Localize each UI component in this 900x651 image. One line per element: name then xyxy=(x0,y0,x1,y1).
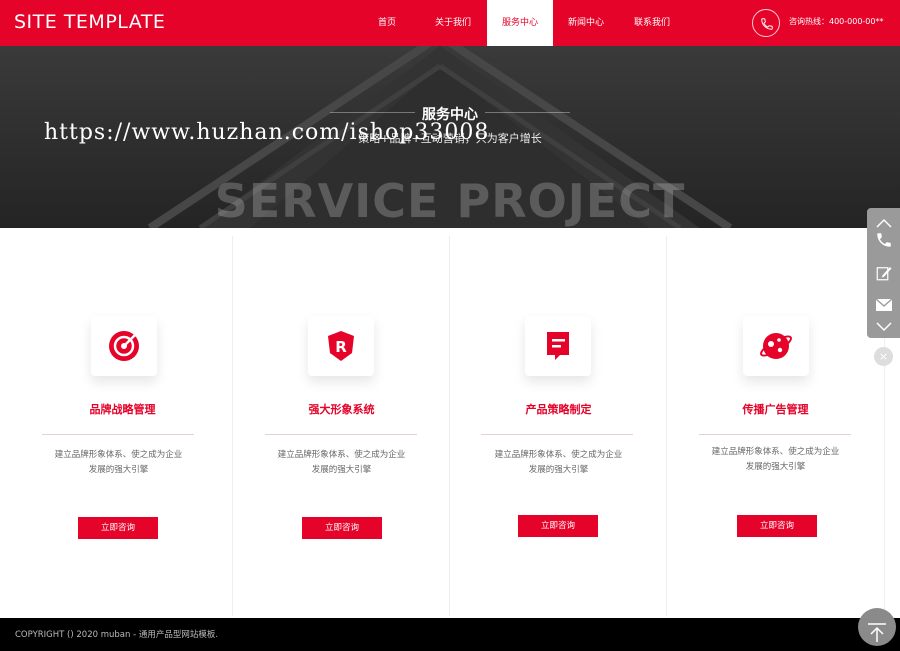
hotline-phone-icon xyxy=(752,9,780,37)
service-title: 强大形象系统 xyxy=(308,403,375,416)
svg-text:R: R xyxy=(335,338,347,356)
card-rule xyxy=(481,434,633,435)
chevron-down-icon[interactable] xyxy=(867,312,900,342)
consult-button[interactable]: 立即咨询 xyxy=(302,517,382,539)
banner-watermark: SERVICE PROJECT xyxy=(214,174,686,228)
service-card: 品牌战略管理 建立品牌形象体系、使之成为企业 发展的强大引擎 立即咨询 xyxy=(15,228,232,618)
description-line: 建立品牌形象体系、使之成为企业 xyxy=(54,450,183,460)
service-card: 传播广告管理 建立品牌形象体系、使之成为企业 发展的强大引擎 立即咨询 xyxy=(667,228,884,618)
phone-icon[interactable] xyxy=(867,225,900,255)
nav-item-contact[interactable]: 联系我们 xyxy=(619,0,685,46)
url-overlay-text: https://www.huzhan.com/ishop33008 xyxy=(44,120,490,145)
edit-icon[interactable] xyxy=(867,258,900,288)
back-to-top-icon[interactable] xyxy=(858,608,896,651)
shield-r-icon: R xyxy=(308,316,374,376)
nav-item-news[interactable]: 新闻中心 xyxy=(553,0,619,46)
card-rule xyxy=(265,434,417,435)
planet-icon xyxy=(743,316,809,376)
description-line: 发展的强大引擎 xyxy=(311,465,372,475)
description-line: 建立品牌形象体系、使之成为企业 xyxy=(494,450,623,460)
service-title: 传播广告管理 xyxy=(742,403,809,416)
consult-button[interactable]: 立即咨询 xyxy=(737,515,817,537)
service-description: 建立品牌形象体系、使之成为企业 发展的强大引擎 xyxy=(10,448,227,478)
service-card: R 强大形象系统 建立品牌形象体系、使之成为企业 发展的强大引擎 立即咨询 xyxy=(233,228,450,618)
nav-item-about[interactable]: 关于我们 xyxy=(419,0,487,46)
main-nav: 首页 关于我们 服务中心 新闻中心 联系我们 xyxy=(355,0,685,46)
service-description: 建立品牌形象体系、使之成为企业 发展的强大引擎 xyxy=(667,445,884,475)
header: SITE TEMPLATE 首页 关于我们 服务中心 新闻中心 联系我们 咨询热… xyxy=(0,0,900,46)
service-card: 产品策略制定 建立品牌形象体系、使之成为企业 发展的强大引擎 立即咨询 xyxy=(450,228,667,618)
service-title: 品牌战略管理 xyxy=(89,403,156,416)
description-line: 建立品牌形象体系、使之成为企业 xyxy=(711,447,840,457)
consult-button[interactable]: 立即咨询 xyxy=(78,517,158,539)
card-rule xyxy=(42,434,194,435)
description-line: 建立品牌形象体系、使之成为企业 xyxy=(277,450,406,460)
service-title: 产品策略制定 xyxy=(525,403,592,416)
service-description: 建立品牌形象体系、使之成为企业 发展的强大引擎 xyxy=(450,448,667,478)
floating-toolbar xyxy=(867,208,900,338)
card-rule xyxy=(699,434,851,435)
nav-item-home[interactable]: 首页 xyxy=(355,0,419,46)
description-line: 发展的强大引擎 xyxy=(528,465,589,475)
consult-button[interactable]: 立即咨询 xyxy=(518,515,598,537)
hotline-text: 咨询热线：400-000-00** xyxy=(789,17,884,26)
site-logo[interactable]: SITE TEMPLATE xyxy=(14,11,165,33)
nav-item-services[interactable]: 服务中心 xyxy=(487,0,553,46)
service-description: 建立品牌形象体系、使之成为企业 发展的强大引擎 xyxy=(233,448,450,478)
target-icon xyxy=(91,316,157,376)
footer: COPYRIGHT () 2020 muban - 通用产品型网站模板. xyxy=(0,618,900,651)
services-section: 品牌战略管理 建立品牌形象体系、使之成为企业 发展的强大引擎 立即咨询 R 强大… xyxy=(0,228,900,618)
description-line: 发展的强大引擎 xyxy=(745,462,806,472)
document-icon xyxy=(525,316,591,376)
copyright-text: COPYRIGHT () 2020 muban - 通用产品型网站模板. xyxy=(15,630,219,640)
close-icon[interactable]: × xyxy=(874,347,893,366)
description-line: 发展的强大引擎 xyxy=(88,465,149,475)
